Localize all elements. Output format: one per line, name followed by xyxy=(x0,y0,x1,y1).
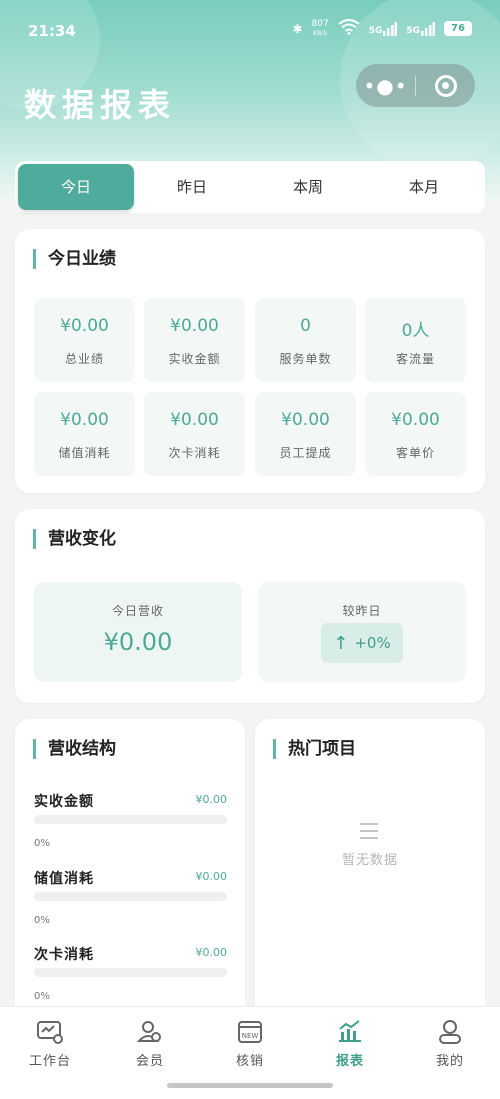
nav-label: 我的 xyxy=(435,1054,464,1069)
metric-value: ¥0.00 xyxy=(391,410,440,430)
structure-progress-track xyxy=(34,815,227,824)
metric-value: ¥0.00 xyxy=(170,316,219,336)
miniprogram-capsule: •●• xyxy=(356,64,475,107)
more-menu-icon[interactable]: •●• xyxy=(356,74,415,98)
metric-value: ¥0.00 xyxy=(170,410,219,430)
home-indicator xyxy=(167,1083,333,1088)
today-performance-card: 今日业绩 ¥0.00 总业绩 ¥0.00 实收金额 0 服务单数 0人 客流量 … xyxy=(15,229,485,493)
network-speed: 807 KB/S xyxy=(311,18,329,38)
status-bar: 21:34 ✱ 807 KB/S 5G 5G 76 xyxy=(0,0,500,62)
card-title: 营收结构 xyxy=(33,739,116,759)
metric-customer-flow[interactable]: 0人 客流量 xyxy=(365,298,466,382)
metric-value: ¥0.00 xyxy=(281,410,330,430)
compare-badge: ↑ +0% xyxy=(321,623,403,663)
status-icons: ✱ 807 KB/S 5G 5G 76 xyxy=(292,19,472,38)
metric-value: 0 xyxy=(300,316,311,336)
compare-label: 较昨日 xyxy=(342,604,382,618)
tab-today[interactable]: 今日 xyxy=(18,164,134,210)
structure-percent: 0% xyxy=(34,838,50,849)
battery-icon: 76 xyxy=(444,21,472,36)
metric-label: 客流量 xyxy=(395,352,435,366)
network-speed-value: 807 xyxy=(311,18,329,29)
metric-label: 次卡消耗 xyxy=(168,446,221,460)
nav-label: 核销 xyxy=(235,1054,264,1069)
metric-label: 储值消耗 xyxy=(58,446,111,460)
nav-label: 会员 xyxy=(135,1054,164,1069)
nav-label: 报表 xyxy=(335,1054,364,1069)
today-revenue-amount: ¥0.00 xyxy=(103,628,173,656)
structure-name: 实收金额 xyxy=(34,794,94,810)
svg-text:NEW: NEW xyxy=(242,1032,259,1040)
today-revenue-label: 今日营收 xyxy=(111,604,164,618)
structure-progress-track xyxy=(34,968,227,977)
arrow-up-icon: ↑ xyxy=(333,632,349,654)
report-icon xyxy=(339,1020,361,1042)
structure-name: 储值消耗 xyxy=(34,871,94,887)
empty-state-text: 暂无数据 xyxy=(341,853,398,868)
metric-label: 总业绩 xyxy=(64,352,104,366)
revenue-structure-card: 营收结构 实收金额 ¥0.00 0% 储值消耗 ¥0.00 0% 次卡消耗 ¥0… xyxy=(15,719,245,1039)
signal-1-label: 5G xyxy=(368,25,383,36)
metric-label: 实收金额 xyxy=(168,352,221,366)
report-page: 21:34 ✱ 807 KB/S 5G 5G 76 数据报表 •●• 今日 昨日… xyxy=(0,0,500,1099)
nav-label: 工作台 xyxy=(28,1054,71,1069)
structure-amount: ¥0.00 xyxy=(195,793,228,806)
metric-staff-commission[interactable]: ¥0.00 员工提成 xyxy=(255,392,356,476)
compare-yesterday-box: 较昨日 ↑ +0% xyxy=(258,582,466,682)
card-title: 营收变化 xyxy=(33,529,116,549)
nav-member[interactable]: 会员 xyxy=(100,1019,200,1069)
compare-value: +0% xyxy=(354,634,391,652)
nav-profile[interactable]: 我的 xyxy=(400,1019,500,1069)
verify-icon: NEW xyxy=(238,1021,262,1043)
metric-value: ¥0.00 xyxy=(60,316,109,336)
card-title: 今日业绩 xyxy=(33,249,116,269)
profile-icon xyxy=(439,1020,461,1044)
bluetooth-icon: ✱ xyxy=(292,21,303,36)
metric-stored-value-consumption[interactable]: ¥0.00 储值消耗 xyxy=(34,392,135,476)
page-title: 数据报表 xyxy=(24,86,177,124)
metric-total-performance[interactable]: ¥0.00 总业绩 xyxy=(34,298,135,382)
metric-label: 服务单数 xyxy=(279,352,332,366)
nav-workbench[interactable]: 工作台 xyxy=(0,1019,100,1069)
wifi-icon xyxy=(338,19,360,38)
structure-amount: ¥0.00 xyxy=(195,870,228,883)
tab-this-month[interactable]: 本月 xyxy=(366,164,482,210)
cell-signal-icon: 5G xyxy=(368,21,398,36)
network-speed-unit: KB/S xyxy=(313,29,328,37)
metric-service-orders[interactable]: 0 服务单数 xyxy=(255,298,356,382)
metric-punch-card-consumption[interactable]: ¥0.00 次卡消耗 xyxy=(144,392,245,476)
nav-verify[interactable]: NEW 核销 xyxy=(200,1019,300,1069)
card-title: 热门项目 xyxy=(273,739,356,759)
structure-progress-track xyxy=(34,892,227,901)
today-revenue-box: 今日营收 ¥0.00 xyxy=(34,582,242,682)
metric-label: 客单价 xyxy=(395,446,435,460)
structure-amount: ¥0.00 xyxy=(195,946,228,959)
close-miniprogram-icon[interactable] xyxy=(416,74,475,97)
structure-percent: 0% xyxy=(34,991,50,1002)
member-icon xyxy=(136,1021,161,1042)
metric-value: 0人 xyxy=(401,321,430,341)
status-time: 21:34 xyxy=(28,22,76,40)
date-range-tabs: 今日 昨日 本周 本月 xyxy=(15,161,485,213)
structure-percent: 0% xyxy=(34,915,50,926)
structure-name: 次卡消耗 xyxy=(34,947,94,963)
tab-this-week[interactable]: 本周 xyxy=(250,164,366,210)
revenue-change-card: 营收变化 今日营收 ¥0.00 较昨日 ↑ +0% xyxy=(15,509,485,703)
metric-received-amount[interactable]: ¥0.00 实收金额 xyxy=(144,298,245,382)
empty-list-icon xyxy=(360,823,378,844)
tab-yesterday[interactable]: 昨日 xyxy=(134,164,250,210)
nav-report[interactable]: 报表 xyxy=(300,1019,400,1069)
metric-value: ¥0.00 xyxy=(60,410,109,430)
metric-label: 员工提成 xyxy=(279,446,332,460)
hot-items-card: 热门项目 暂无数据 xyxy=(255,719,485,1039)
signal-2-label: 5G xyxy=(406,25,420,36)
workbench-icon xyxy=(37,1021,63,1044)
cell-signal-icon: 5G xyxy=(406,21,435,36)
metric-avg-order-value[interactable]: ¥0.00 客单价 xyxy=(365,392,466,476)
